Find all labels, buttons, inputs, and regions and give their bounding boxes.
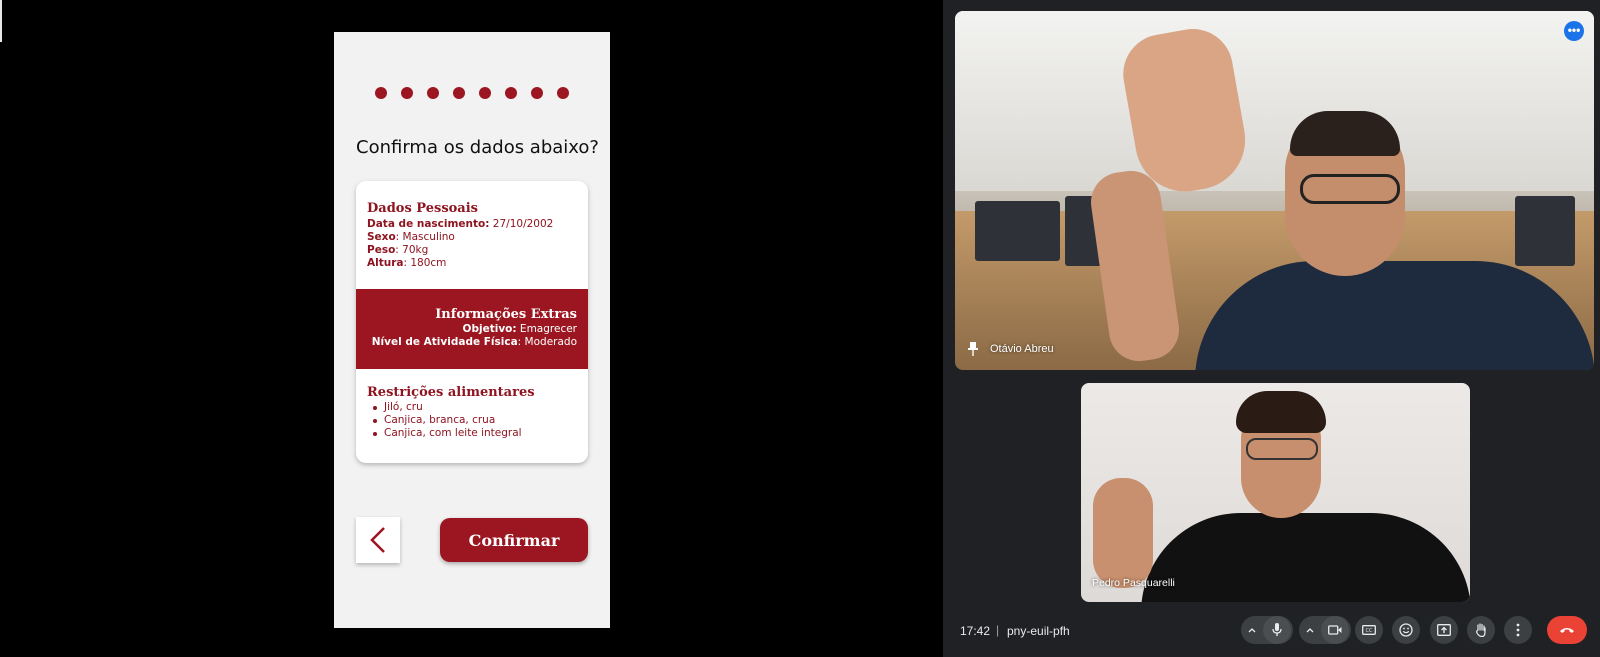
- tile-more-options-icon[interactable]: •••: [1564, 21, 1584, 41]
- height-row: Altura: 180cm: [367, 257, 447, 269]
- camera-control: [1299, 616, 1351, 644]
- captions-button[interactable]: CC: [1355, 616, 1383, 644]
- goal-row: Objetivo: Emagrecer: [462, 323, 577, 335]
- video-monitor: [975, 201, 1060, 261]
- mic-button[interactable]: [1263, 616, 1291, 644]
- restrictions-list: Jiló, cru Canjica, branca, crua Canjica,…: [367, 401, 535, 440]
- video-person-body: [1195, 261, 1594, 370]
- video-person-body: [1141, 513, 1470, 602]
- summary-card: Dados Pessoais Data de nascimento: 27/10…: [356, 181, 588, 463]
- participant-tile-secondary[interactable]: Pedro Pasquarelli: [1081, 383, 1470, 602]
- present-icon: [1437, 624, 1451, 636]
- birth-date-row: Data de nascimento: 27/10/2002: [367, 218, 554, 230]
- activity-row: Nível de Atividade Física: Moderado: [371, 336, 577, 348]
- meet-panel: ••• Otávio Abreu Pedro Pasquarelli 17:42…: [943, 0, 1600, 657]
- participant-name: Pedro Pasquarelli: [1092, 577, 1175, 589]
- personal-data-title: Dados Pessoais: [367, 201, 478, 216]
- participant-tile-main[interactable]: ••• Otávio Abreu: [955, 11, 1594, 370]
- mic-options-button[interactable]: [1241, 616, 1263, 644]
- chevron-left-icon: [370, 527, 385, 553]
- more-options-icon: [1516, 623, 1520, 637]
- progress-dot: [427, 87, 439, 99]
- captions-icon: CC: [1362, 625, 1376, 635]
- video-person-hair: [1290, 111, 1400, 156]
- extras-section: Informações Extras Objetivo: Emagrecer N…: [356, 289, 588, 369]
- progress-dot: [531, 87, 543, 99]
- list-item: Canjica, branca, crua: [373, 414, 535, 427]
- step-progress: [334, 87, 610, 99]
- video-background: [955, 11, 1594, 191]
- shared-screen: Confirma os dados abaixo? Dados Pessoais…: [0, 0, 943, 657]
- progress-dot: [453, 87, 465, 99]
- progress-dot: [479, 87, 491, 99]
- confirm-button[interactable]: Confirmar: [440, 518, 588, 562]
- meeting-code: pny-euil-pfh: [1007, 624, 1070, 638]
- meet-control-bar: 17:42 | pny-euil-pfh CC: [943, 612, 1600, 650]
- video-person-glasses: [1300, 174, 1400, 204]
- personal-data-section: Dados Pessoais Data de nascimento: 27/10…: [367, 201, 553, 270]
- list-item: Canjica, com leite integral: [373, 427, 535, 440]
- camera-icon: [1328, 625, 1342, 635]
- app-frame: Confirma os dados abaixo? Dados Pessoais…: [334, 32, 610, 628]
- end-call-button[interactable]: [1547, 616, 1587, 644]
- reactions-button[interactable]: [1392, 616, 1420, 644]
- meeting-time: 17:42: [960, 624, 991, 638]
- window-edge: [0, 0, 2, 42]
- video-person-thumb: [1093, 478, 1153, 588]
- emoji-icon: [1399, 623, 1413, 637]
- raise-hand-button[interactable]: [1467, 616, 1495, 644]
- list-item: Jiló, cru: [373, 401, 535, 414]
- restrictions-title: Restrições alimentares: [367, 385, 535, 400]
- video-person-glasses: [1246, 438, 1318, 460]
- back-button[interactable]: [356, 517, 400, 563]
- progress-dot: [375, 87, 387, 99]
- restrictions-section: Restrições alimentares Jiló, cru Canjica…: [367, 385, 535, 440]
- video-person-hair: [1236, 391, 1326, 433]
- svg-text:CC: CC: [1366, 628, 1373, 634]
- raise-hand-icon: [1476, 623, 1486, 637]
- chevron-up-icon: [1306, 628, 1314, 633]
- progress-dot: [505, 87, 517, 99]
- video-monitor: [1515, 196, 1575, 266]
- screen: Confirma os dados abaixo? Dados Pessoais…: [0, 0, 1600, 657]
- participant-name: Otávio Abreu: [990, 343, 1054, 355]
- present-button[interactable]: [1430, 616, 1458, 644]
- camera-options-button[interactable]: [1299, 616, 1321, 644]
- extras-title: Informações Extras: [435, 307, 577, 322]
- mic-icon: [1272, 623, 1282, 636]
- weight-row: Peso: 70kg: [367, 244, 429, 256]
- camera-button[interactable]: [1321, 616, 1349, 644]
- mic-control: [1241, 616, 1293, 644]
- progress-dot: [401, 87, 413, 99]
- more-options-button[interactable]: [1504, 616, 1532, 644]
- pin-icon[interactable]: [967, 342, 979, 356]
- divider: |: [996, 623, 1000, 637]
- sex-row: Sexo: Masculino: [367, 231, 455, 243]
- confirm-question: Confirma os dados abaixo?: [356, 137, 599, 158]
- chevron-up-icon: [1248, 628, 1256, 633]
- end-call-icon: [1560, 628, 1574, 633]
- progress-dot: [557, 87, 569, 99]
